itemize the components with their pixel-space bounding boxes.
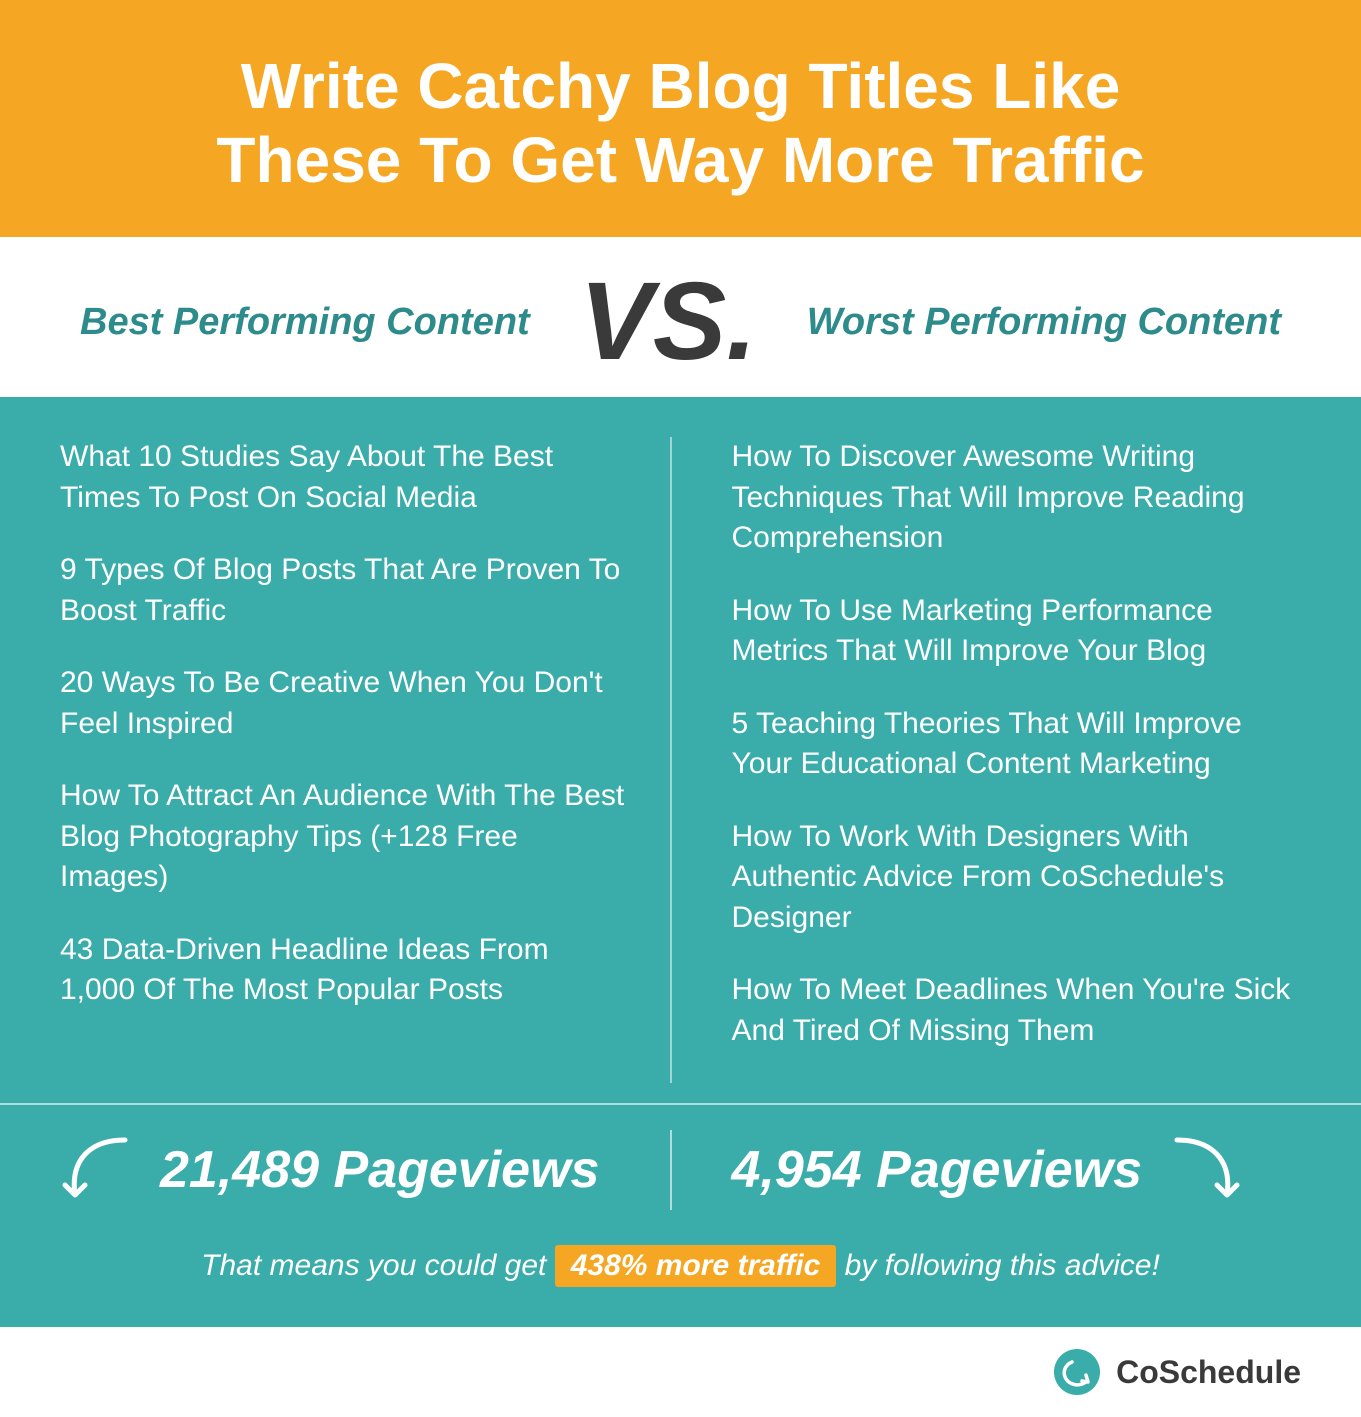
header-section: Write Catchy Blog Titles Like These To G… <box>0 0 1361 237</box>
best-pageviews: 21,489 Pageviews <box>160 1140 599 1200</box>
tagline-section: That means you could get 438% more traff… <box>0 1235 1361 1327</box>
tagline-after: by following this advice! <box>845 1249 1160 1282</box>
list-item: How To Meet Deadlines When You're Sick A… <box>732 970 1302 1051</box>
brand-name-text: CoSchedule <box>1116 1354 1301 1391</box>
worst-item-1: How To Discover Awesome Writing Techniqu… <box>732 437 1302 559</box>
arrow-right-icon <box>1162 1130 1242 1210</box>
best-item-1: What 10 Studies Say About The Best Times… <box>60 437 630 518</box>
list-item: 5 Teaching Theories That Will Improve Yo… <box>732 704 1302 785</box>
branding-section: CoSchedule <box>0 1327 1361 1417</box>
worst-item-3: 5 Teaching Theories That Will Improve Yo… <box>732 704 1302 785</box>
best-item-4: How To Attract An Audience With The Best… <box>60 776 630 898</box>
main-content: What 10 Studies Say About The Best Times… <box>0 397 1361 1327</box>
list-item: How To Discover Awesome Writing Techniqu… <box>732 437 1302 559</box>
worst-stat: 4,954 Pageviews <box>672 1130 1302 1210</box>
worst-item-5: How To Meet Deadlines When You're Sick A… <box>732 970 1302 1051</box>
list-item: 43 Data-Driven Headline Ideas From 1,000… <box>60 930 630 1011</box>
page-container: Write Catchy Blog Titles Like These To G… <box>0 0 1361 1417</box>
list-item: How To Use Marketing Performance Metrics… <box>732 591 1302 672</box>
best-stat: 21,489 Pageviews <box>60 1130 672 1210</box>
list-item: How To Work With Designers With Authenti… <box>732 817 1302 939</box>
worst-performing-column: How To Discover Awesome Writing Techniqu… <box>672 437 1302 1083</box>
best-item-3: 20 Ways To Be Creative When You Don't Fe… <box>60 663 630 744</box>
list-item: How To Attract An Audience With The Best… <box>60 776 630 898</box>
tagline: That means you could get 438% more traff… <box>60 1245 1301 1287</box>
best-performing-label: Best Performing Content <box>80 301 530 344</box>
columns-area: What 10 Studies Say About The Best Times… <box>0 397 1361 1103</box>
coschedule-logo-icon <box>1052 1347 1102 1397</box>
tagline-highlight: 438% more traffic <box>555 1245 837 1287</box>
best-item-2: 9 Types Of Blog Posts That Are Proven To… <box>60 550 630 631</box>
list-item: 20 Ways To Be Creative When You Don't Fe… <box>60 663 630 744</box>
vs-text: VS. <box>580 267 757 377</box>
worst-item-4: How To Work With Designers With Authenti… <box>732 817 1302 939</box>
page-title: Write Catchy Blog Titles Like These To G… <box>80 50 1281 197</box>
tagline-before: That means you could get <box>201 1249 546 1282</box>
arrow-left-icon <box>60 1130 140 1210</box>
best-item-5: 43 Data-Driven Headline Ideas From 1,000… <box>60 930 630 1011</box>
worst-pageviews: 4,954 Pageviews <box>732 1140 1143 1200</box>
worst-performing-label: Worst Performing Content <box>807 301 1281 344</box>
worst-item-2: How To Use Marketing Performance Metrics… <box>732 591 1302 672</box>
list-item: 9 Types Of Blog Posts That Are Proven To… <box>60 550 630 631</box>
best-performing-column: What 10 Studies Say About The Best Times… <box>60 437 672 1083</box>
stats-row: 21,489 Pageviews 4,954 Pageviews <box>0 1103 1361 1235</box>
list-item: What 10 Studies Say About The Best Times… <box>60 437 630 518</box>
vs-section: Best Performing Content VS. Worst Perfor… <box>0 237 1361 397</box>
